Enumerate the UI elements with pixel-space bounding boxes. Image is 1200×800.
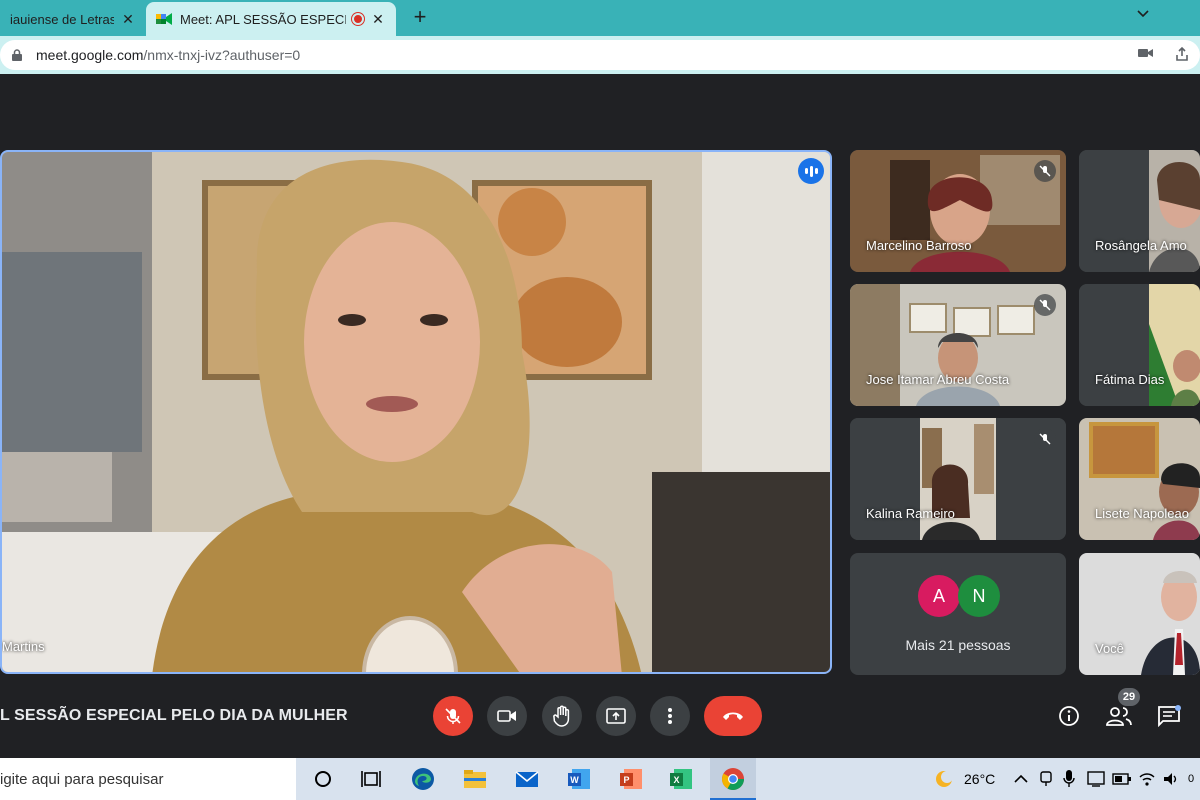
- tab-academia[interactable]: iauiense de Letras: ag ✕: [0, 2, 146, 36]
- mic-off-icon: [445, 708, 461, 724]
- tab-title: iauiense de Letras: ag: [10, 11, 114, 27]
- battery-icon[interactable]: [1112, 772, 1132, 786]
- participant-name: Rosângela Amo: [1095, 238, 1187, 253]
- chat-icon: [1158, 705, 1181, 727]
- camera-permission-icon[interactable]: [1138, 46, 1154, 60]
- new-tab-button[interactable]: +: [408, 6, 432, 30]
- windows-taskbar: igite aqui para pesquisar W P X 26°C 0: [0, 758, 1200, 800]
- webcam-icon: [1040, 771, 1052, 786]
- clock[interactable]: 0: [1188, 758, 1194, 800]
- recording-icon: [352, 13, 364, 25]
- participant-name: Lisete Napoleao: [1095, 506, 1189, 521]
- participant-tile[interactable]: Lisete Napoleao: [1079, 418, 1200, 540]
- chrome-icon[interactable]: [720, 766, 746, 792]
- chat-button[interactable]: [1155, 702, 1183, 730]
- file-explorer-icon[interactable]: [462, 766, 488, 792]
- tab-meet[interactable]: Meet: APL SESSÃO ESPECIAL ✕: [146, 2, 396, 36]
- mail-icon[interactable]: [514, 766, 540, 792]
- url-field[interactable]: meet.google.com/nmx-tnxj-ivz?authuser=0: [0, 40, 1200, 70]
- powerpoint-icon[interactable]: P: [618, 766, 644, 792]
- participant-name: Marcelino Barroso: [866, 238, 972, 253]
- more-participants-tile[interactable]: A N Mais 21 pessoas: [850, 553, 1066, 675]
- more-participants-label: Mais 21 pessoas: [905, 637, 1011, 653]
- info-icon: [1059, 706, 1079, 726]
- participant-video: [1079, 418, 1200, 540]
- close-icon[interactable]: ✕: [120, 11, 136, 28]
- speaking-indicator-icon: [798, 158, 824, 184]
- more-vert-icon: [668, 708, 672, 724]
- chevron-up-icon[interactable]: [1012, 770, 1030, 788]
- hand-icon: [553, 705, 570, 727]
- participant-name: Você: [1095, 641, 1124, 656]
- participant-name: Fátima Dias: [1095, 372, 1165, 387]
- tab-title: Meet: APL SESSÃO ESPECIAL: [180, 11, 346, 27]
- muted-mic-icon: [1034, 160, 1056, 182]
- task-view-icon[interactable]: [358, 766, 384, 792]
- participant-tile[interactable]: Marcelino Barroso: [850, 150, 1066, 272]
- speaker-icon[interactable]: [1162, 770, 1180, 788]
- muted-mic-icon: [1034, 428, 1056, 450]
- participant-tile[interactable]: Fátima Dias: [1079, 284, 1200, 406]
- close-icon[interactable]: ✕: [370, 11, 386, 28]
- camera-toggle-button[interactable]: [487, 696, 527, 736]
- word-icon[interactable]: W: [566, 766, 592, 792]
- url-text: meet.google.com/nmx-tnxj-ivz?authuser=0: [36, 47, 301, 63]
- participant-tile[interactable]: Kalina Rameiro: [850, 418, 1066, 540]
- excel-icon[interactable]: X: [668, 766, 694, 792]
- participant-name: Kalina Rameiro: [866, 506, 955, 521]
- temperature[interactable]: 26°C: [964, 758, 995, 800]
- more-options-button[interactable]: [650, 696, 690, 736]
- avatar: N: [958, 575, 1000, 617]
- share-icon[interactable]: [1174, 46, 1190, 62]
- meeting-details-button[interactable]: [1055, 702, 1083, 730]
- participant-video: [1079, 150, 1200, 272]
- main-speaker-name: Martins: [2, 639, 45, 654]
- avatar: A: [918, 575, 960, 617]
- microphone-icon: [1063, 770, 1075, 787]
- chevron-down-icon[interactable]: [1136, 6, 1150, 22]
- raise-hand-button[interactable]: [542, 696, 582, 736]
- present-screen-button[interactable]: [596, 696, 636, 736]
- wifi-icon[interactable]: [1138, 770, 1156, 788]
- edge-icon[interactable]: [410, 766, 436, 792]
- address-bar: meet.google.com/nmx-tnxj-ivz?authuser=0: [0, 36, 1200, 74]
- weather-icon[interactable]: [932, 767, 956, 791]
- participant-name: Jose Itamar Abreu Costa: [866, 372, 1010, 387]
- participant-tile[interactable]: Jose Itamar Abreu Costa: [850, 284, 1066, 406]
- leave-call-button[interactable]: [704, 696, 762, 736]
- cortana-icon[interactable]: [310, 766, 336, 792]
- participant-video: [1079, 284, 1200, 406]
- svg-text:W: W: [570, 775, 579, 785]
- people-icon: [1106, 707, 1132, 726]
- main-speaker-tile[interactable]: Martins: [0, 150, 832, 674]
- svg-text:P: P: [623, 775, 629, 785]
- notification-area-icon[interactable]: [1086, 770, 1106, 788]
- taskbar-search-input[interactable]: igite aqui para pesquisar: [0, 758, 296, 800]
- meet-logo-icon: [156, 13, 172, 25]
- people-button[interactable]: [1105, 702, 1133, 730]
- present-icon: [606, 708, 626, 724]
- hang-up-icon: [723, 712, 743, 720]
- speaker-video: [2, 152, 830, 672]
- participant-tile[interactable]: Rosângela Amo: [1079, 150, 1200, 272]
- self-view-tile[interactable]: Você: [1079, 553, 1200, 675]
- browser-tab-strip: iauiense de Letras: ag ✕ Meet: APL SESSÃ…: [0, 0, 1200, 36]
- lock-icon[interactable]: [12, 49, 22, 61]
- search-placeholder: igite aqui para pesquisar: [0, 770, 164, 788]
- camera-icon: [497, 710, 516, 722]
- mic-toggle-button[interactable]: [433, 696, 473, 736]
- svg-text:X: X: [673, 775, 679, 785]
- self-video: [1079, 553, 1200, 675]
- meeting-title: L SESSÃO ESPECIAL PELO DIA DA MULHER: [0, 707, 348, 724]
- muted-mic-icon: [1034, 294, 1056, 316]
